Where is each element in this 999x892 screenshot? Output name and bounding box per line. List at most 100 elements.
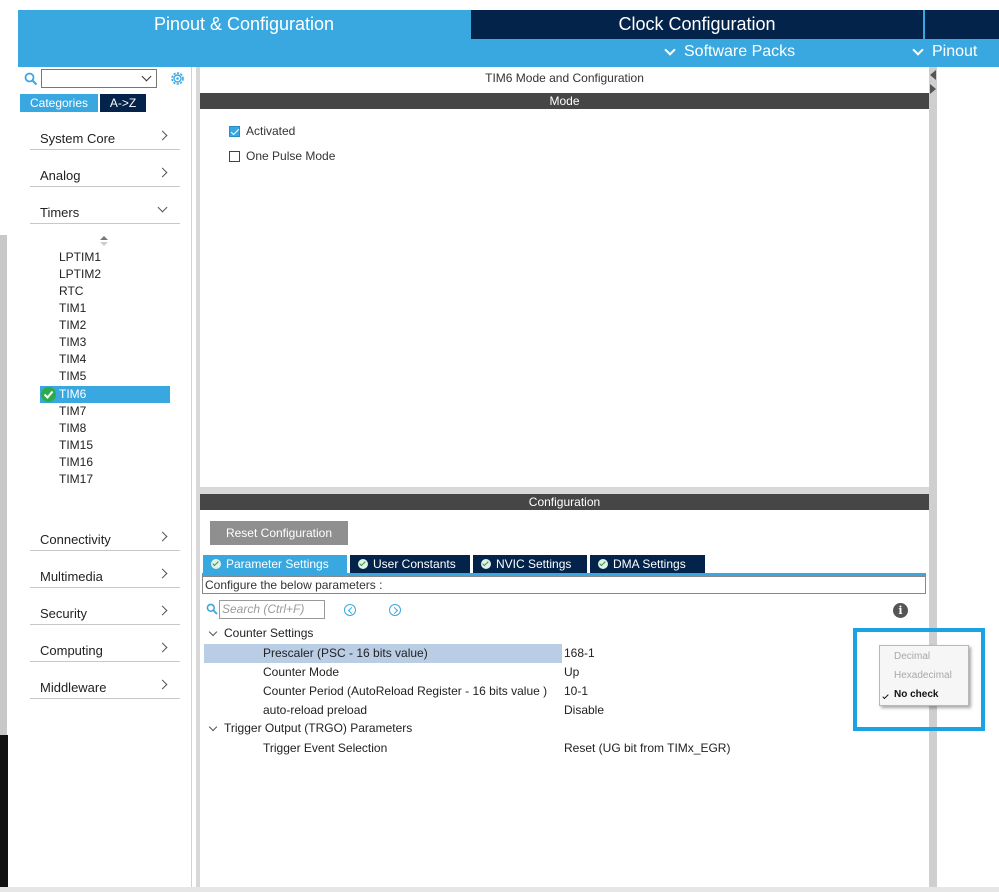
expand-right-icon[interactable] xyxy=(930,84,936,94)
category-security[interactable]: Security xyxy=(30,601,180,625)
menu-item-hexadecimal[interactable]: Hexadecimal xyxy=(894,669,952,683)
category-label: Computing xyxy=(40,643,103,658)
timer-item-rtc[interactable]: RTC xyxy=(40,283,170,300)
option-label: Activated xyxy=(246,124,296,138)
timer-item-tim16[interactable]: TIM16 xyxy=(40,454,170,471)
tab-pinout-configuration[interactable]: Pinout & Configuration xyxy=(18,10,470,39)
previous-result-icon[interactable] xyxy=(344,604,356,616)
tab-nvic-settings[interactable]: NVIC Settings xyxy=(473,555,587,573)
param-value[interactable]: Reset (UG bit from TIMx_EGR) xyxy=(564,739,730,758)
timer-item-lptim2[interactable]: LPTIM2 xyxy=(40,266,170,283)
category-connectivity[interactable]: Connectivity xyxy=(30,527,180,551)
check-circle-icon xyxy=(481,559,491,569)
tab-parameter-settings[interactable]: Parameter Settings xyxy=(203,555,347,573)
checkbox-activated[interactable] xyxy=(229,125,240,137)
category-label: Timers xyxy=(40,205,80,220)
chevron-right-icon xyxy=(157,531,168,542)
param-value[interactable]: 10-1 xyxy=(564,682,588,701)
splitter-strip[interactable] xyxy=(929,67,937,892)
chevron-right-icon xyxy=(157,130,168,141)
category-middleware[interactable]: Middleware xyxy=(30,675,180,699)
sidebar-search-select[interactable] xyxy=(41,69,157,88)
param-row-trigger-event-selection[interactable]: Trigger Event Selection Reset (UG bit fr… xyxy=(204,739,924,758)
right-panel xyxy=(937,67,999,892)
category-label: Middleware xyxy=(40,680,107,695)
check-circle-icon xyxy=(211,559,221,569)
checkbox-one-pulse-mode[interactable] xyxy=(229,150,240,162)
timer-item-tim8[interactable]: TIM8 xyxy=(40,420,170,437)
timer-item-tim2[interactable]: TIM2 xyxy=(40,317,170,334)
menu-item-label: Hexadecimal xyxy=(894,670,952,681)
group-counter-settings[interactable]: Counter Settings xyxy=(208,624,313,642)
next-result-icon[interactable] xyxy=(389,604,401,616)
chevron-right-icon xyxy=(157,167,168,178)
tab-dma-settings[interactable]: DMA Settings xyxy=(590,555,705,573)
option-activated[interactable]: Activated xyxy=(229,123,295,139)
search-icon xyxy=(206,603,218,615)
timer-label: TIM17 xyxy=(59,472,94,486)
category-computing[interactable]: Computing xyxy=(30,638,180,662)
param-value[interactable]: Disable xyxy=(564,701,604,720)
button-label: Reset Configuration xyxy=(225,526,333,540)
chevron-down-icon xyxy=(208,627,218,636)
check-format-context-menu: Decimal Hexadecimal No check xyxy=(879,645,969,706)
option-one-pulse-mode[interactable]: One Pulse Mode xyxy=(229,148,335,164)
category-label: Connectivity xyxy=(40,532,111,547)
param-name: auto-reload preload xyxy=(263,703,368,717)
center-panel: TIM6 Mode and Configuration Mode Activat… xyxy=(196,67,933,892)
timer-item-tim15[interactable]: TIM15 xyxy=(40,437,170,454)
pinout-label: Pinout xyxy=(932,43,978,60)
category-system-core[interactable]: System Core xyxy=(30,126,180,150)
timer-label: TIM16 xyxy=(59,455,94,469)
sort-arrows-icon[interactable] xyxy=(99,235,109,247)
chevron-down-icon xyxy=(208,722,218,731)
menu-item-no-check[interactable]: No check xyxy=(894,688,938,702)
collapse-left-icon[interactable] xyxy=(930,70,936,80)
timer-label: TIM3 xyxy=(59,335,87,349)
tab-user-constants[interactable]: User Constants xyxy=(350,555,470,573)
timer-item-tim3[interactable]: TIM3 xyxy=(40,334,170,351)
category-multimedia[interactable]: Multimedia xyxy=(30,564,180,588)
timer-item-tim7[interactable]: TIM7 xyxy=(40,403,170,420)
software-packs-menu[interactable]: Software Packs xyxy=(664,43,795,61)
parameter-search-input[interactable]: Search (Ctrl+F) xyxy=(219,600,325,619)
top-navigation-bar: Pinout & Configuration Clock Configurati… xyxy=(18,10,999,67)
timer-item-tim6[interactable]: TIM6 xyxy=(40,386,170,403)
timer-item-lptim1[interactable]: LPTIM1 xyxy=(40,249,170,266)
category-label: Analog xyxy=(40,168,81,183)
panel-title: TIM6 Mode and Configuration xyxy=(485,71,644,85)
pinout-menu[interactable]: Pinout xyxy=(912,43,978,61)
param-row-prescaler[interactable]: Prescaler (PSC - 16 bits value) 168-1 xyxy=(204,644,924,663)
param-row-counter-mode[interactable]: Counter Mode Up xyxy=(204,663,924,682)
param-name: Counter Period (AutoReload Register - 16… xyxy=(263,684,548,698)
param-row-auto-reload-preload[interactable]: auto-reload preload Disable xyxy=(204,701,924,720)
param-row-counter-period[interactable]: Counter Period (AutoReload Register - 16… xyxy=(204,682,924,701)
search-icon[interactable] xyxy=(24,72,38,86)
param-value[interactable]: 168-1 xyxy=(564,644,595,663)
tab-clock-configuration[interactable]: Clock Configuration xyxy=(471,10,923,39)
group-trigger-output[interactable]: Trigger Output (TRGO) Parameters xyxy=(208,719,412,737)
timer-item-tim1[interactable]: TIM1 xyxy=(40,300,170,317)
gear-icon[interactable] xyxy=(169,70,186,87)
info-icon[interactable]: i xyxy=(893,603,908,618)
tab-more[interactable] xyxy=(925,10,999,39)
param-value[interactable]: Up xyxy=(564,663,579,682)
menu-item-decimal[interactable]: Decimal xyxy=(894,650,930,664)
tab-label: A->Z xyxy=(109,96,137,110)
bottom-border xyxy=(0,887,999,892)
timer-item-tim5[interactable]: TIM5 xyxy=(40,368,170,385)
timer-item-tim17[interactable]: TIM17 xyxy=(40,471,170,488)
category-analog[interactable]: Analog xyxy=(30,163,180,187)
timer-label: TIM2 xyxy=(59,318,87,332)
tab-label: NVIC Settings xyxy=(496,557,572,571)
timer-label: TIM5 xyxy=(59,369,87,383)
tab-label: DMA Settings xyxy=(613,557,686,571)
category-timers[interactable]: Timers xyxy=(30,200,180,224)
parameters-hint: Configure the below parameters : xyxy=(202,576,926,594)
timer-label: TIM15 xyxy=(59,438,94,452)
chevron-down-icon xyxy=(912,43,924,56)
tab-a-to-z[interactable]: A->Z xyxy=(100,94,146,112)
tab-categories[interactable]: Categories xyxy=(20,94,98,112)
reset-configuration-button[interactable]: Reset Configuration xyxy=(210,521,348,545)
timer-item-tim4[interactable]: TIM4 xyxy=(40,351,170,368)
